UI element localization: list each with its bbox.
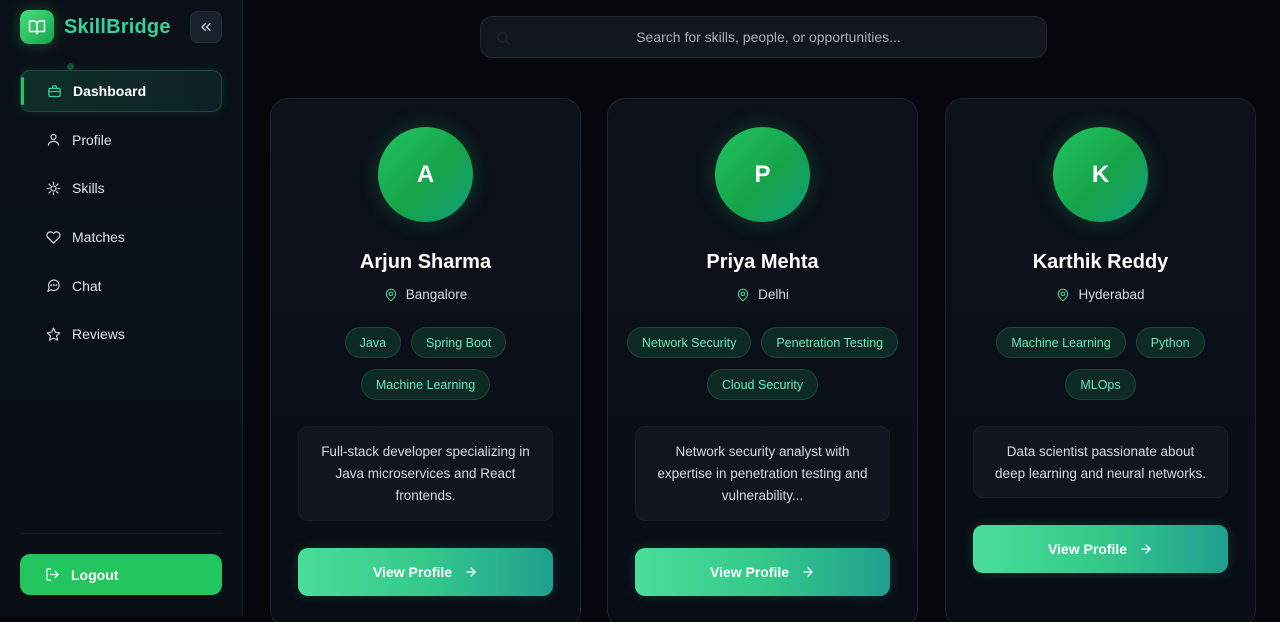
logout-button[interactable]: Logout (20, 554, 222, 595)
skill-tag[interactable]: MLOps (1065, 369, 1136, 400)
sidebar: SkillBridge Dashboard Profile Skills Mat… (0, 0, 243, 616)
profile-name: Priya Mehta (706, 251, 819, 273)
location-label: Bangalore (405, 287, 468, 302)
arrow-right-icon (1139, 542, 1153, 556)
profile-bio: Network security analyst with expertise … (635, 426, 890, 521)
sidebar-item-label: Skills (72, 180, 105, 197)
arrow-right-icon (801, 565, 815, 579)
profile-location: Delhi (608, 287, 917, 302)
search-bar (480, 16, 1047, 58)
chevrons-left-icon (198, 19, 214, 35)
skill-tags: Java Spring Boot Machine Learning (289, 327, 562, 400)
view-profile-button[interactable]: View Profile (635, 548, 890, 596)
sidebar-item-label: Reviews (72, 326, 125, 343)
profile-name: Karthik Reddy (1032, 251, 1169, 273)
skill-tag[interactable]: Python (1135, 327, 1205, 358)
skill-tag[interactable]: Penetration Testing (761, 327, 899, 358)
view-profile-label: View Profile (1047, 541, 1128, 557)
search-input[interactable] (481, 17, 1046, 57)
briefcase-icon (46, 83, 62, 99)
profile-card: A Arjun Sharma Bangalore Java Spring Boo… (270, 98, 581, 622)
sidebar-item-label: Matches (72, 229, 125, 246)
view-profile-button[interactable]: View Profile (298, 548, 553, 596)
logout-label: Logout (71, 566, 119, 583)
sidebar-item-label: Profile (72, 131, 112, 148)
user-icon (45, 132, 61, 148)
avatar: P (715, 127, 810, 222)
skill-tag[interactable]: Spring Boot (411, 327, 507, 358)
brand[interactable]: SkillBridge (20, 10, 171, 44)
skill-tag[interactable]: Machine Learning (996, 327, 1126, 358)
map-pin-icon (1056, 288, 1070, 302)
sidebar-item-dashboard[interactable]: Dashboard (20, 70, 222, 112)
profile-bio: Data scientist passionate about deep lea… (973, 426, 1228, 498)
map-pin-icon (736, 288, 750, 302)
arrow-right-icon (464, 565, 478, 579)
profile-bio: Full-stack developer specializing in Jav… (298, 426, 553, 521)
map-pin-icon (384, 288, 398, 302)
sidebar-item-chat[interactable]: Chat (20, 265, 222, 307)
skill-tags: Machine Learning Python MLOps (964, 327, 1237, 400)
star-icon (45, 326, 61, 342)
sidebar-item-profile[interactable]: Profile (20, 119, 222, 161)
location-label: Hyderabad (1078, 287, 1145, 302)
profile-name: Arjun Sharma (359, 251, 492, 273)
sidebar-item-matches[interactable]: Matches (20, 216, 222, 258)
sidebar-item-label: Dashboard (73, 83, 147, 99)
skill-tag[interactable]: Network Security (626, 327, 752, 358)
skill-tag[interactable]: Java (344, 327, 402, 358)
avatar: A (378, 127, 473, 222)
sidebar-divider (20, 533, 222, 534)
heart-icon (45, 229, 61, 245)
lightbulb-icon (45, 180, 61, 196)
profile-card: P Priya Mehta Delhi Network Security Pen… (607, 98, 918, 622)
profile-card: K Karthik Reddy Hyderabad Machine Learni… (945, 98, 1256, 622)
avatar: K (1053, 127, 1148, 222)
view-profile-label: View Profile (372, 564, 453, 580)
view-profile-button[interactable]: View Profile (973, 525, 1228, 573)
profile-location: Hyderabad (946, 287, 1255, 302)
collapse-sidebar-button[interactable] (190, 11, 222, 43)
skill-tag[interactable]: Cloud Security (706, 369, 819, 400)
brand-name: SkillBridge (64, 15, 171, 38)
skill-tag[interactable]: Machine Learning (360, 369, 491, 400)
message-circle-icon (45, 278, 61, 294)
sidebar-nav: Dashboard Profile Skills Matches Chat Re… (20, 70, 222, 362)
sidebar-item-label: Chat (72, 277, 102, 294)
sidebar-item-skills[interactable]: Skills (20, 167, 222, 209)
status-dot (67, 63, 74, 70)
book-open-icon (20, 10, 54, 44)
profile-location: Bangalore (271, 287, 580, 302)
sidebar-item-reviews[interactable]: Reviews (20, 313, 222, 355)
search-icon (495, 30, 511, 51)
location-label: Delhi (758, 287, 789, 302)
skill-tags: Network Security Penetration Testing Clo… (626, 327, 899, 400)
view-profile-label: View Profile (709, 564, 790, 580)
log-out-icon (45, 567, 60, 582)
